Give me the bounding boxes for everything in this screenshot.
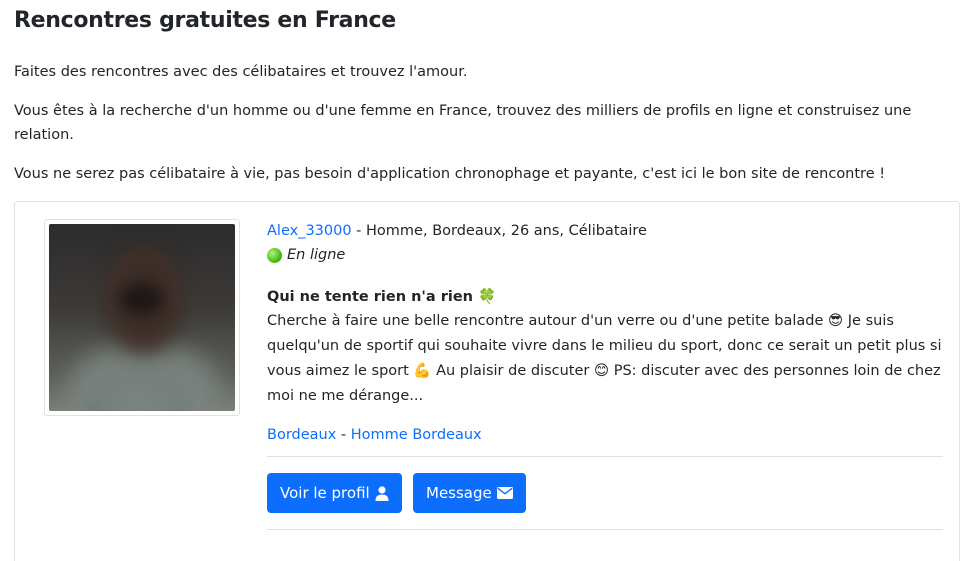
profile-card: Alex_33000 - Homme, Bordeaux, 26 ans, Cé… bbox=[14, 201, 960, 561]
tag-search-link[interactable]: Homme Bordeaux bbox=[351, 427, 482, 443]
profile-tags: Bordeaux - Homme Bordeaux bbox=[267, 423, 943, 447]
profile-summary: Alex_33000 - Homme, Bordeaux, 26 ans, Cé… bbox=[267, 219, 943, 243]
view-profile-button[interactable]: Voir le profil bbox=[267, 473, 402, 513]
intro-paragraph-3: Vous ne serez pas célibataire à vie, pas… bbox=[14, 166, 886, 182]
intro-paragraph-1: Faites des rencontres avec des célibatai… bbox=[14, 64, 468, 80]
message-button[interactable]: Message bbox=[413, 473, 526, 513]
message-label: Message bbox=[426, 484, 492, 502]
envelope-icon bbox=[496, 487, 513, 499]
tag-separator: - bbox=[336, 427, 351, 443]
view-profile-label: Voir le profil bbox=[280, 484, 370, 502]
page: Rencontres gratuites en France Faites de… bbox=[0, 0, 960, 561]
online-dot-icon bbox=[267, 247, 282, 263]
intro-paragraph-2: Vous êtes à la recherche d'un homme ou d… bbox=[14, 103, 912, 143]
profile-description: Cherche à faire une belle rencontre auto… bbox=[267, 313, 942, 404]
profile-photo bbox=[49, 224, 235, 411]
profile-photo-link[interactable] bbox=[44, 219, 240, 416]
online-status-label: En ligne bbox=[287, 247, 346, 263]
page-title: Rencontres gratuites en France bbox=[14, 8, 396, 33]
tag-city-link[interactable]: Bordeaux bbox=[267, 427, 336, 443]
profile-details: - Homme, Bordeaux, 26 ans, Célibataire bbox=[351, 223, 647, 239]
divider-bottom bbox=[267, 529, 943, 530]
divider-top bbox=[267, 456, 943, 457]
user-icon bbox=[375, 485, 389, 501]
online-status: En ligne bbox=[267, 243, 943, 267]
profile-username-link[interactable]: Alex_33000 bbox=[267, 223, 352, 239]
profile-headline: Qui ne tente rien n'a rien 🍀 bbox=[267, 289, 497, 305]
profile-info: Alex_33000 - Homme, Bordeaux, 26 ans, Cé… bbox=[267, 219, 943, 447]
